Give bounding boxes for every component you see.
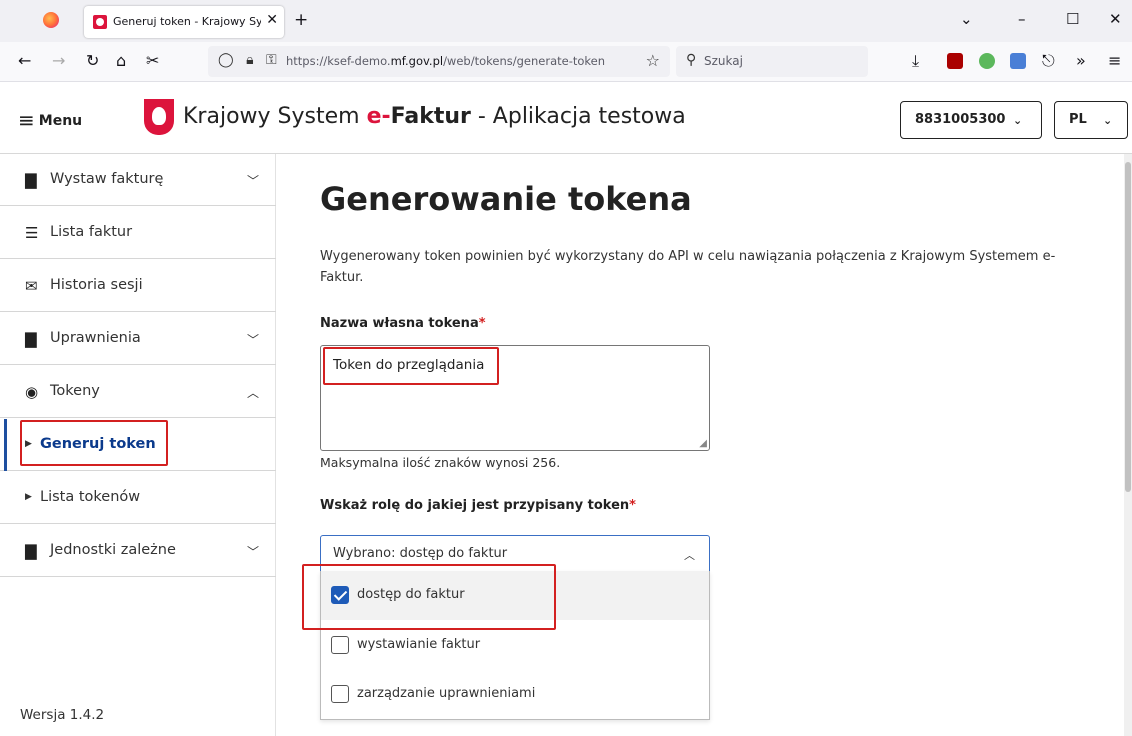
highlight-box	[20, 420, 168, 466]
forward-icon[interactable]: →	[52, 51, 65, 70]
file-icon: ▇	[25, 330, 37, 348]
list-icon: ☰	[25, 224, 39, 242]
translate-icon[interactable]	[1010, 53, 1026, 69]
sidebar-item-label: Jednostki zależne	[50, 542, 176, 558]
sidebar-item-wystaw-fakture[interactable]: ▇ Wystaw fakturę ﹀	[0, 154, 276, 206]
role-select-value: Wybrano: dostęp do faktur	[333, 546, 508, 561]
home-icon[interactable]: ⌂	[116, 51, 126, 70]
chevron-down-icon: ⌄	[1013, 114, 1023, 127]
sidebar-item-lista-faktur[interactable]: ☰ Lista faktur	[0, 207, 276, 259]
bullet-triangle-icon: ▶	[25, 492, 32, 502]
maximize-icon[interactable]: ☐	[1066, 10, 1079, 28]
sidebar-item-label: Historia sesji	[50, 277, 143, 293]
back-icon[interactable]: ←	[18, 51, 31, 70]
overflow-icon[interactable]: »	[1076, 51, 1086, 70]
sidebar-item-lista-tokenow[interactable]: ▶ Lista tokenów	[0, 472, 276, 524]
bookmark-star-icon[interactable]: ☆	[646, 51, 660, 70]
document-icon: ▇	[25, 171, 37, 189]
menu-button[interactable]: ≡ Menu	[18, 108, 82, 132]
page-scrollbar[interactable]	[1124, 154, 1132, 736]
active-indicator	[4, 419, 7, 471]
token-name-hint: Maksymalna ilość znaków wynosi 256.	[320, 455, 561, 470]
version-label: Wersja 1.4.2	[20, 707, 105, 723]
sidebar-item-label: Lista tokenów	[40, 489, 141, 505]
nip-context-button[interactable]: 8831005300 ⌄	[900, 101, 1042, 139]
url-text[interactable]: https://ksef-demo.mf.gov.pl/web/tokens/g…	[286, 54, 605, 68]
polish-emblem-logo	[144, 99, 174, 135]
role-label: Wskaż rolę do jakiej jest przypisany tok…	[320, 498, 636, 513]
required-mark: *	[629, 498, 636, 513]
url-bar[interactable]: ◯ 🔒︎ ⚿ https://ksef-demo.mf.gov.pl/web/t…	[208, 46, 670, 77]
sidebar-item-tokeny[interactable]: ◉ Tokeny ︿	[0, 366, 276, 418]
minimize-icon[interactable]: –	[1018, 10, 1026, 28]
resize-grip-icon[interactable]: ◢	[699, 438, 707, 449]
language-button[interactable]: PL ⌄	[1054, 101, 1128, 139]
main-content: Generowanie tokena Wygenerowany token po…	[277, 154, 1124, 736]
chevron-up-icon: ︿	[247, 386, 260, 400]
highlight-box	[323, 347, 499, 385]
chevron-down-icon: ⌄	[1103, 114, 1113, 127]
intro-text: Wygenerowany token powinien być wykorzys…	[320, 249, 1056, 285]
envelope-icon: ✉	[25, 277, 38, 295]
browser-tab[interactable]: Generuj token - Krajowy System e-Faktur …	[84, 6, 284, 38]
sidebar-item-label: Tokeny	[50, 383, 100, 399]
checkbox[interactable]	[331, 636, 349, 654]
token-name-label: Nazwa własna tokena*	[320, 316, 486, 331]
site-info-icon[interactable]: ◯ 🔒︎ ⚿	[218, 52, 281, 68]
tab-list-chevron-icon[interactable]: ⌄	[960, 10, 973, 28]
close-tab-icon[interactable]: ✕	[266, 12, 278, 28]
close-window-icon[interactable]: ✕	[1109, 10, 1122, 28]
page-title: Generowanie tokena	[320, 180, 692, 218]
token-icon: ◉	[25, 383, 39, 401]
chevron-up-icon: ︿	[684, 549, 695, 562]
sidebar-item-label: Uprawnienia	[50, 330, 141, 346]
firefox-icon[interactable]	[43, 12, 59, 28]
extension-icon[interactable]	[979, 53, 995, 69]
new-tab-icon[interactable]: +	[294, 10, 308, 30]
chevron-down-icon: ﹀	[247, 333, 260, 347]
checkbox[interactable]	[331, 685, 349, 703]
tab-title: Generuj token - Krajowy System e-Faktur	[113, 15, 261, 28]
share-icon[interactable]: ⎋	[1042, 51, 1055, 71]
search-icon: ⚲	[686, 52, 697, 68]
downloads-icon[interactable]: ⤓	[912, 51, 919, 71]
sidebar: ▇ Wystaw fakturę ﹀ ☰ Lista faktur ✉ Hist…	[0, 154, 276, 736]
reload-icon[interactable]: ↻	[86, 51, 99, 70]
site-title: Krajowy System e-Faktur - Aplikacja test…	[183, 104, 686, 129]
role-option-label: wystawianie faktur	[357, 637, 481, 652]
browser-tab-bar: Generuj token - Krajowy System e-Faktur …	[0, 0, 1132, 42]
role-option[interactable]: zarządzanie uprawnieniami	[321, 670, 709, 719]
file-icon: ▇	[25, 542, 37, 560]
ksef-favicon-icon	[93, 15, 107, 29]
sidebar-item-label: Lista faktur	[50, 224, 133, 240]
sidebar-item-historia-sesji[interactable]: ✉ Historia sesji	[0, 260, 276, 312]
sidebar-item-uprawnienia[interactable]: ▇ Uprawnienia ﹀	[0, 313, 276, 365]
sidebar-item-jednostki-zalezne[interactable]: ▇ Jednostki zależne ﹀	[0, 525, 276, 577]
hamburger-icon: ≡	[18, 108, 35, 132]
highlight-box	[302, 564, 556, 630]
ublock-icon[interactable]	[947, 53, 963, 69]
role-option-label: zarządzanie uprawnieniami	[357, 686, 536, 701]
scrollbar-thumb[interactable]	[1125, 162, 1131, 492]
chevron-down-icon: ﹀	[247, 545, 260, 559]
app-menu-icon[interactable]: ≡	[1108, 51, 1121, 70]
sidebar-item-label: Wystaw fakturę	[50, 171, 164, 187]
site-header: ≡ Menu Krajowy System e-Faktur - Aplikacj…	[0, 82, 1132, 154]
chevron-down-icon: ﹀	[247, 174, 260, 188]
search-bar[interactable]: ⚲ Szukaj	[676, 46, 868, 77]
screenshot-icon[interactable]: ✂	[146, 51, 159, 70]
browser-nav-bar: ← → ↻ ⌂ ✂ ◯ 🔒︎ ⚿ https://ksef-demo.mf.go…	[0, 42, 1132, 82]
search-placeholder: Szukaj	[704, 54, 743, 68]
required-mark: *	[478, 316, 486, 331]
